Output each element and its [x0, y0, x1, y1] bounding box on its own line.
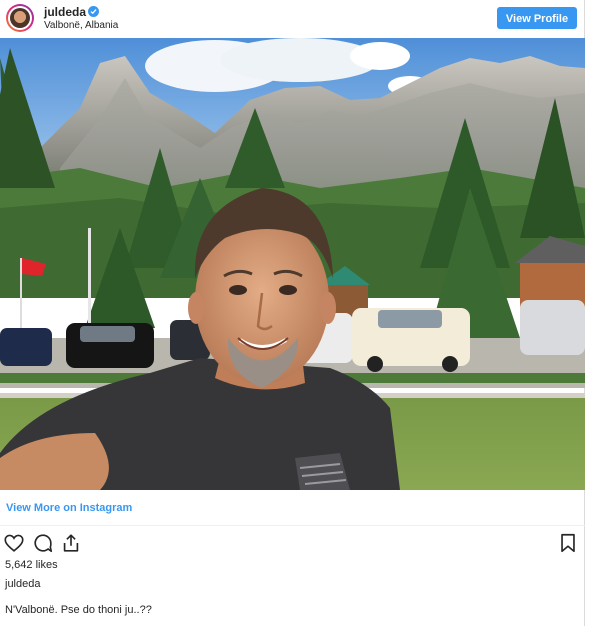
comment-icon[interactable]: [32, 532, 54, 554]
avatar[interactable]: [6, 4, 34, 32]
username[interactable]: juldeda: [44, 5, 86, 19]
post-caption: N'Valbonë. Pse do thoni ju..??: [5, 604, 152, 616]
heart-icon[interactable]: [3, 532, 25, 554]
post-owner[interactable]: juldeda: [5, 578, 40, 590]
share-icon[interactable]: [60, 532, 82, 554]
divider: [0, 525, 585, 526]
instagram-embed-card: juldeda Valbonë, Albania View Profile Vi…: [0, 0, 585, 626]
bookmark-icon[interactable]: [557, 532, 579, 554]
location-link[interactable]: Valbonë, Albania: [44, 20, 118, 31]
action-bar: [0, 532, 585, 556]
post-header: juldeda Valbonë, Albania View Profile: [0, 0, 585, 38]
view-more-link[interactable]: View More on Instagram: [6, 502, 132, 514]
post-photo-image: [0, 38, 585, 490]
verified-badge-icon: [88, 6, 99, 17]
view-profile-button[interactable]: View Profile: [497, 7, 577, 29]
likes-count[interactable]: 5,642 likes: [5, 559, 58, 571]
post-photo[interactable]: [0, 38, 585, 490]
